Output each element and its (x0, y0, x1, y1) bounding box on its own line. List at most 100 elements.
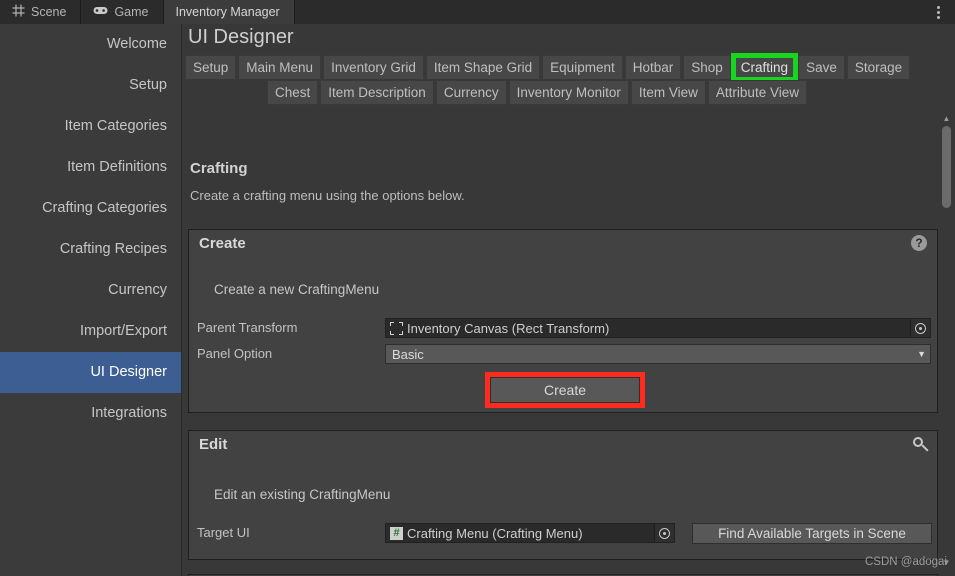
subtab-shop[interactable]: Shop (683, 55, 731, 80)
subtab-item-view[interactable]: Item View (630, 80, 706, 105)
sidebar-item-label: Item Categories (64, 118, 167, 134)
parent-transform-field[interactable]: Inventory Canvas (Rect Transform) (385, 318, 931, 338)
magnifier-icon[interactable] (911, 436, 929, 454)
target-ui-field[interactable]: # Crafting Menu (Crafting Menu) (385, 523, 675, 543)
window-tab-label: Game (114, 5, 149, 19)
subtab-label: Attribute View (715, 85, 799, 100)
subtab-label: Setup (193, 60, 229, 75)
window-tabstrip: Scene Game Inventory Manager (0, 0, 955, 24)
panel-option-row: Panel Option Basic ▼ (189, 344, 939, 366)
panel-option-label: Panel Option (197, 346, 273, 361)
panel-option-dropdown[interactable]: Basic ▼ (385, 344, 931, 364)
create-panel-header: Create ? (189, 230, 937, 260)
subtab-label: Hotbar (632, 60, 674, 75)
sidebar-item-import-export[interactable]: Import/Export (0, 311, 181, 352)
parent-transform-label: Parent Transform (197, 320, 298, 335)
create-panel-title: Create (199, 235, 246, 252)
chevron-up-icon[interactable]: ▲ (940, 112, 953, 124)
kebab-menu-icon[interactable] (927, 0, 949, 24)
subtab-inventory-grid[interactable]: Inventory Grid (323, 55, 424, 80)
sidebar-item-setup[interactable]: Setup (0, 65, 181, 106)
window-body: Welcome Setup Item Categories Item Defin… (0, 24, 955, 576)
page-title: UI Designer (188, 26, 294, 48)
create-button-highlight: Create (485, 372, 645, 408)
subtab-chest[interactable]: Chest (267, 80, 319, 105)
edit-panel-header: Edit (189, 431, 937, 461)
subtab-save[interactable]: Save (798, 55, 845, 80)
scrollbar-track[interactable] (940, 124, 953, 556)
create-button[interactable]: Create (490, 377, 640, 403)
window-tab-game[interactable]: Game (81, 0, 164, 24)
gamepad-icon (93, 5, 108, 19)
subtab-label: Equipment (550, 60, 615, 75)
content-area: UI Designer Setup Main Menu Inventory Gr… (182, 24, 955, 576)
subtab-label: Shop (691, 60, 723, 75)
create-panel: Create ? Create a new CraftingMenu Paren… (188, 229, 938, 413)
sidebar-item-label: Integrations (91, 405, 167, 421)
subtab-label: Item Shape Grid (433, 60, 533, 75)
sidebar-item-label: Crafting Categories (42, 200, 167, 216)
window-tab-label: Inventory Manager (175, 5, 280, 19)
chevron-down-icon: ▼ (917, 349, 926, 359)
parent-transform-row: Parent Transform Inventory Canvas (Rect … (189, 318, 939, 340)
sidebar-item-label: Setup (129, 77, 167, 93)
subtab-item-shape-grid[interactable]: Item Shape Grid (425, 55, 541, 80)
subtab-attribute-view[interactable]: Attribute View (707, 80, 807, 105)
subtab-equipment[interactable]: Equipment (542, 55, 623, 80)
sidebar-item-label: UI Designer (90, 364, 167, 380)
object-picker-icon[interactable] (654, 524, 674, 542)
section-description: Create a crafting menu using the options… (190, 188, 465, 203)
sidebar-item-label: Import/Export (79, 323, 167, 339)
window-tab-scene[interactable]: Scene (0, 0, 82, 24)
subtab-label: Item View (638, 85, 698, 100)
grid-icon (12, 4, 25, 20)
subtab-label: Inventory Monitor (516, 85, 621, 100)
subtab-main-menu[interactable]: Main Menu (238, 55, 322, 80)
subtab-label: Main Menu (246, 60, 314, 75)
subtab-hotbar[interactable]: Hotbar (624, 55, 682, 80)
help-icon[interactable]: ? (911, 235, 929, 253)
parent-transform-value: Inventory Canvas (Rect Transform) (407, 320, 610, 336)
sidebar-item-ui-designer[interactable]: UI Designer (0, 352, 181, 393)
subtab-label: Currency (443, 85, 499, 100)
sidebar-item-crafting-recipes[interactable]: Crafting Recipes (0, 229, 181, 270)
watermark: CSDN @adogai (865, 556, 947, 568)
subtab-row-primary: Setup Main Menu Inventory Grid Item Shap… (182, 55, 955, 80)
subtab-item-description[interactable]: Item Description (320, 80, 434, 105)
vertical-scrollbar[interactable]: ▲ ▼ (940, 112, 953, 568)
sidebar-item-crafting-categories[interactable]: Crafting Categories (0, 188, 181, 229)
sidebar-item-label: Currency (108, 282, 167, 298)
target-ui-label: Target UI (197, 525, 250, 540)
subtab-storage[interactable]: Storage (846, 55, 911, 80)
sidebar-item-label: Item Definitions (67, 159, 167, 175)
subtab-inventory-monitor[interactable]: Inventory Monitor (508, 80, 629, 105)
edit-panel: Edit Edit an existing CraftingMenu Targe… (188, 430, 938, 560)
unity-editor-window: Scene Game Inventory Manager Welcome Set… (0, 0, 955, 576)
window-tab-inventory-manager[interactable]: Inventory Manager (163, 0, 295, 24)
subtab-currency[interactable]: Currency (435, 80, 507, 105)
sidebar-item-item-definitions[interactable]: Item Definitions (0, 147, 181, 188)
create-panel-subtitle: Create a new CraftingMenu (214, 282, 380, 297)
target-ui-value: Crafting Menu (Crafting Menu) (407, 525, 583, 541)
object-picker-icon[interactable] (910, 319, 930, 337)
sidebar-item-integrations[interactable]: Integrations (0, 393, 181, 434)
sidebar-item-welcome[interactable]: Welcome (0, 24, 181, 65)
tabstrip-filler (294, 0, 955, 24)
subtab-label: Storage (854, 60, 903, 75)
subtab-crafting[interactable]: Crafting (732, 55, 797, 80)
edit-panel-subtitle: Edit an existing CraftingMenu (214, 487, 391, 502)
section-title: Crafting (190, 160, 248, 177)
sidebar-item-currency[interactable]: Currency (0, 270, 181, 311)
sidebar-item-item-categories[interactable]: Item Categories (0, 106, 181, 147)
scrollbar-thumb[interactable] (942, 126, 951, 208)
edit-panel-title: Edit (199, 436, 228, 453)
subtab-label: Inventory Grid (331, 60, 416, 75)
subtab-label: Save (806, 60, 837, 75)
panel-option-value: Basic (392, 346, 424, 362)
subtab-label: Crafting (740, 60, 789, 75)
subtab-label: Item Description (328, 85, 426, 100)
subtab-setup[interactable]: Setup (185, 55, 237, 80)
find-targets-button[interactable]: Find Available Targets in Scene (692, 523, 932, 544)
rect-transform-icon (390, 321, 403, 335)
sidebar-item-label: Welcome (106, 36, 167, 52)
